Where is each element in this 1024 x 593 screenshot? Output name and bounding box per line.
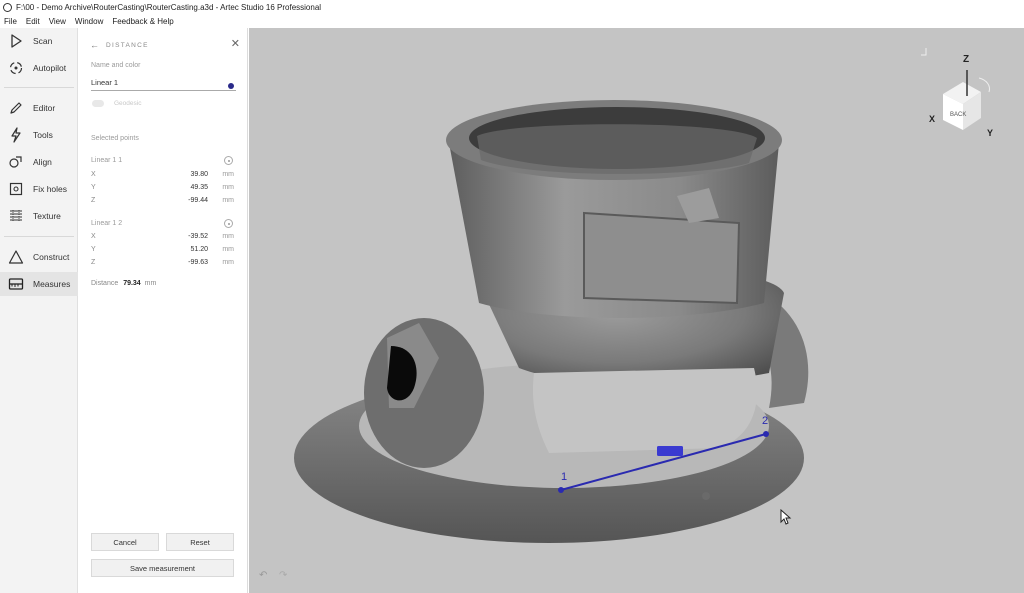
tool-autopilot[interactable]: Autopilot [0,56,78,80]
autopilot-icon [9,61,23,75]
texture-grid-icon [10,210,22,222]
distance-tag [657,446,683,456]
point-1-y-row: Y 49.35 mm [91,184,234,191]
view-cube[interactable]: BACK Z X Y [921,48,1001,138]
mouse-cursor-icon [780,509,792,525]
measurement-name-field[interactable]: Linear 1 [91,76,236,91]
fix-holes-icon [9,182,23,196]
tool-label: Scan [33,36,53,46]
measures-icon [8,278,24,290]
point-marker-1: 1 [561,471,567,483]
title-bar: F:\00 - Demo Archive\RouterCasting\Route… [0,0,1024,15]
svg-text:Z: Z [963,54,969,65]
menu-window[interactable]: Window [75,17,103,26]
window-title: F:\00 - Demo Archive\RouterCasting\Route… [16,3,322,12]
menu-bar: File Edit View Window Feedback & Help [0,15,1024,28]
point-marker-2: 2 [762,415,768,427]
toggle-switch[interactable] [92,100,104,107]
distance-panel: ← DISTANCE ✕ Name and color Linear 1 Geo… [78,28,248,593]
geodesic-toggle[interactable]: Geodesic [92,100,141,107]
distance-unit: mm [144,280,157,287]
tool-construct[interactable]: Construct [0,245,78,269]
point-2-label: Linear 1 2 [91,220,123,227]
geodesic-label: Geodesic [114,100,142,107]
point-2-z-row: Z -99.63 mm [91,259,234,266]
pencil-icon [10,102,22,114]
distance-result: Distance 79.34 mm [91,280,156,287]
selected-points-label: Selected points [91,135,139,142]
router-casting-model[interactable]: 1 2 ↶ ↷ [249,28,1024,593]
point-1-x-row: X 39.80 mm [91,171,234,178]
menu-edit[interactable]: Edit [26,17,40,26]
3d-viewport[interactable]: 1 2 ↶ ↷ BACK Z X Y [249,28,1024,593]
menu-view[interactable]: View [49,17,66,26]
svg-text:X: X [929,114,935,124]
eye-icon[interactable] [224,219,233,228]
app-logo-icon [3,3,12,12]
undo-icon: ↶ [259,570,267,581]
tool-label: Measures [33,279,71,289]
menu-file[interactable]: File [4,17,17,26]
point-1-z-row: Z -99.44 mm [91,197,234,204]
cancel-button[interactable]: Cancel [91,533,159,551]
point-2-y-row: Y 51.20 mm [91,246,234,253]
lightning-icon [11,127,21,143]
tool-tools[interactable]: Tools [0,123,78,147]
back-arrow-icon[interactable]: ← [90,40,99,50]
panel-header: ← DISTANCE ✕ [90,38,240,52]
tool-label: Fix holes [33,184,68,194]
color-picker-swatch[interactable] [228,83,234,89]
reset-button[interactable]: Reset [166,533,234,551]
distance-label: Distance [91,280,119,287]
close-icon[interactable]: ✕ [231,37,240,50]
toolbar-divider [4,87,74,88]
cube-face-label: BACK [950,112,966,118]
distance-value: 79.34 [123,280,141,287]
tool-label: Editor [33,103,56,113]
toolbar-divider [4,236,74,237]
menu-feedback-help[interactable]: Feedback & Help [112,17,173,26]
point-1-label: Linear 1 1 [91,157,123,164]
eye-icon[interactable] [224,156,233,165]
tool-texture[interactable]: Texture [0,204,78,228]
tool-fix-holes[interactable]: Fix holes [0,177,78,201]
tool-label: Tools [33,130,53,140]
svg-text:Y: Y [987,128,993,138]
align-icon [9,156,22,168]
tool-editor[interactable]: Editor [0,96,78,120]
panel-title: DISTANCE [106,41,149,49]
tool-scan[interactable]: Scan [0,29,78,53]
save-measurement-button[interactable]: Save measurement [91,559,234,577]
measure-point-1 [558,487,564,493]
point-2-x-row: X -39.52 mm [91,233,234,240]
name-color-label: Name and color [91,62,141,69]
tool-label: Align [33,157,52,167]
tool-align[interactable]: Align [0,150,78,174]
triangle-icon [8,250,24,264]
tool-measures[interactable]: Measures [0,272,78,296]
tool-label: Texture [33,211,61,221]
tool-label: Construct [33,252,70,262]
play-triangle-icon [11,34,22,48]
tool-label: Autopilot [33,63,67,73]
measure-point-2 [763,431,769,437]
redo-icon: ↷ [279,570,288,581]
left-toolbar: Scan Autopilot Editor Tools Align Fix ho… [0,28,78,593]
